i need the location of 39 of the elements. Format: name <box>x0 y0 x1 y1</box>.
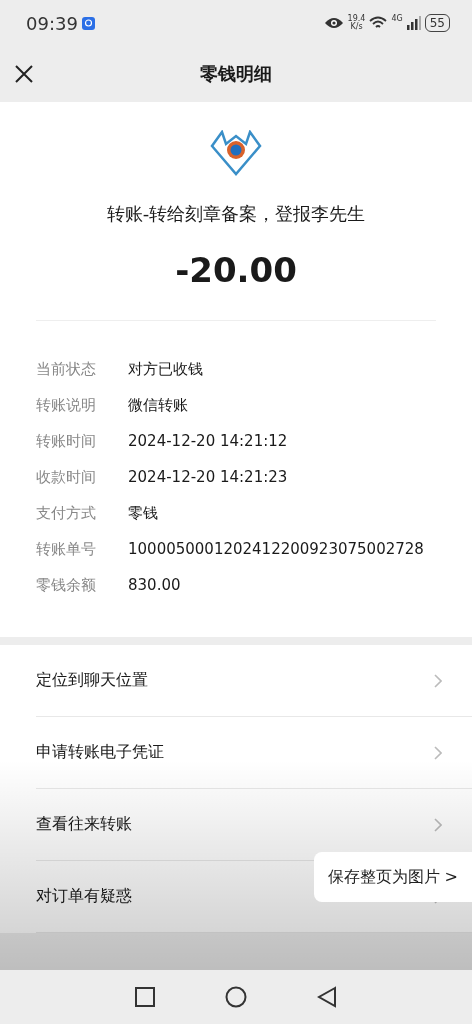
network-speed: 19.4 K/s <box>347 15 366 31</box>
battery-level: 55 <box>424 14 450 32</box>
save-page-tooltip[interactable]: 保存整页为图片 > <box>313 852 472 902</box>
detail-label: 收款时间 <box>36 467 97 487</box>
page-title: 零钱明细 <box>200 62 272 86</box>
detail-label: 转账时间 <box>36 431 97 451</box>
detail-label: 零钱余额 <box>36 575 97 595</box>
chevron-right-icon <box>434 745 442 760</box>
action-label: 申请转账电子凭证 <box>36 742 164 763</box>
app-notification-icon <box>81 16 95 30</box>
wifi-icon <box>369 16 388 30</box>
action-label: 对订单有疑惑 <box>36 886 132 907</box>
home-icon[interactable] <box>225 986 247 1008</box>
transaction-amount: -20.00 <box>175 250 297 290</box>
detail-label: 转账单号 <box>36 539 97 559</box>
chevron-right-icon <box>434 673 442 688</box>
detail-value: 零钱 <box>128 503 158 523</box>
detail-label: 转账说明 <box>36 395 97 415</box>
detail-value: 2024-12-20 14:21:23 <box>128 468 288 486</box>
detail-value: 微信转账 <box>128 395 188 415</box>
action-label: 定位到聊天位置 <box>36 670 148 691</box>
eye-icon <box>323 16 344 30</box>
detail-label: 支付方式 <box>36 503 97 523</box>
action-item[interactable]: 定位到聊天位置 <box>36 645 472 717</box>
transaction-description: 转账-转给刻章备案，登报李先生 <box>106 202 366 226</box>
logo-icon <box>210 130 262 176</box>
action-item[interactable]: 申请转账电子凭证 <box>36 717 472 789</box>
chevron-right-icon <box>434 817 442 832</box>
recent-apps-icon[interactable] <box>135 987 155 1007</box>
detail-value: 1000050001202412200923075002728 <box>128 540 424 558</box>
detail-label: 当前状态 <box>36 359 97 379</box>
detail-value: 830.00 <box>128 576 181 594</box>
action-label: 查看往来转账 <box>36 814 132 835</box>
network-type: 4G <box>391 14 403 23</box>
status-time: 09:39 <box>26 12 78 34</box>
detail-value: 2024-12-20 14:21:12 <box>128 432 288 450</box>
back-icon[interactable] <box>317 986 337 1008</box>
detail-value: 对方已收钱 <box>128 359 203 379</box>
signal-icon <box>406 16 421 30</box>
